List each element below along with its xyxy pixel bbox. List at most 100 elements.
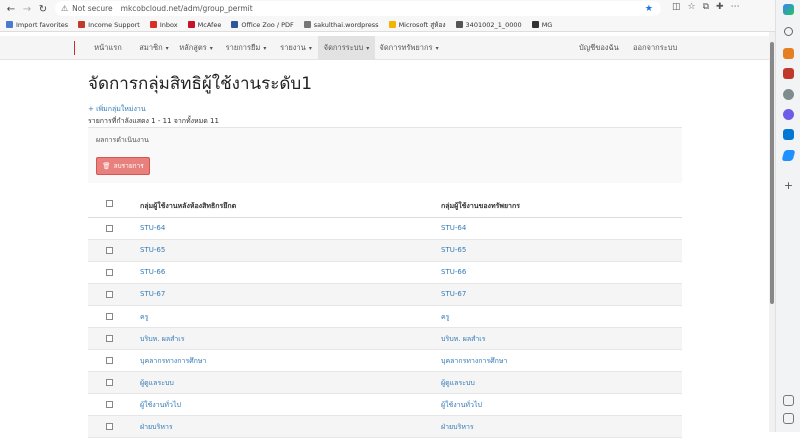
bookmark-item[interactable]: Import favorites [6,21,68,29]
address-bar[interactable]: ⚠ Not secure mkcobcloud.net/adm/group_pe… [55,1,661,16]
table-row: บุคลากรทางการศึกษา บุคลากรทางการศึกษา [88,350,682,372]
favorite-star-icon[interactable]: ★ [645,4,653,14]
resource-group-link[interactable]: ครู [441,312,449,323]
copilot-icon[interactable] [783,4,794,15]
bookmark-item[interactable]: Inbox [149,20,178,29]
bookmark-item[interactable]: Office Zoo / PDF [231,21,294,29]
group-name-link[interactable]: บุคลากรทางการศึกษา [140,356,206,367]
row-checkbox[interactable] [106,423,113,430]
add-icon[interactable]: + [783,180,794,191]
group-table: กลุ่มผู้ใช้งานหลังห้องสิทธิกรยึกต กลุ่มผ… [88,192,682,438]
outlook-icon[interactable] [783,129,794,140]
bookmark-label: McAfee [197,20,222,29]
resource-group-link[interactable]: ผู้ใช้งานทั่วไป [441,400,482,411]
row-checkbox[interactable] [106,379,113,386]
row-checkbox[interactable] [106,291,113,298]
bookmark-item[interactable]: 3401002_1_0000 [455,21,522,29]
row-checkbox[interactable] [106,401,113,408]
add-group-link[interactable]: + เพิ่มกลุ่มใหม่งาน [88,104,146,115]
row-checkbox[interactable] [106,313,113,320]
split-screen-icon[interactable]: ◫ [672,2,681,12]
more-icon[interactable]: ⋯ [731,2,740,12]
resource-group-link[interactable]: STU-67 [441,290,466,298]
group-name-link[interactable]: STU-65 [140,246,165,254]
refresh-icon[interactable]: ↻ [35,1,51,17]
row-checkbox[interactable] [106,225,113,232]
group-name-link[interactable]: ผู้ดูแลระบบ [140,378,174,389]
delete-button[interactable]: 🗑 ลบรายการ [96,157,150,175]
app-navbar: หน้าแรก สมาชิก ▾ หลักสูตร ▾ รายการยืม ▾ ราย… [0,36,769,60]
games-icon[interactable] [783,89,794,100]
resource-group-link[interactable]: STU-65 [441,246,466,254]
sidebar-settings-icon[interactable] [783,395,794,406]
shopping-icon[interactable] [783,48,794,59]
resource-group-link[interactable]: ฝ่ายบริหาร [441,422,474,433]
nav-system-admin[interactable]: จัดการระบบ ▾ [318,36,375,60]
group-name-link[interactable]: ฝ่ายบริหาร [140,422,173,433]
bookmark-item[interactable]: Income Support [78,21,140,29]
group-name-link[interactable]: STU-67 [140,290,165,298]
caret-down-icon: ▾ [366,44,370,52]
nav-logout[interactable]: ออกจากระบบ [633,36,677,60]
nav-members[interactable]: สมาชิก ▾ [130,36,178,60]
bookmark-item[interactable]: MG [531,21,552,29]
resource-group-link[interactable]: STU-66 [441,268,466,276]
nav-borrow-list[interactable]: รายการยืม ▾ [220,36,272,60]
row-checkbox[interactable] [106,247,113,254]
forward-icon[interactable]: → [19,1,35,17]
page-title: จัดการกลุ่มสิทธิผู้ใช้งานระดับ1 [88,74,313,94]
group-name-link[interactable]: ผู้ใช้งานทั่วไป [140,400,181,411]
url-text: mkcobcloud.net/adm/group_permit [120,4,253,13]
nav-courses[interactable]: หลักสูตร ▾ [172,36,220,60]
bookmark-label: Import favorites [16,20,69,29]
nav-label: หน้าแรก [94,43,122,52]
table-row: STU-64 STU-64 [88,218,682,240]
page-scrollbar[interactable] [769,32,775,432]
bookmark-item[interactable]: Microsoft สู่ห้อง [388,20,446,30]
caret-down-icon: ▾ [165,44,169,52]
resource-group-link[interactable]: บุคลากรทางการศึกษา [441,356,507,367]
bookmark-item[interactable]: McAfee [187,20,222,29]
bookmark-favicon-icon [78,21,86,28]
group-name-link[interactable]: STU-66 [140,268,165,276]
action-label: ผลการดำเนินงาน [96,136,149,144]
search-icon[interactable] [784,27,793,36]
row-checkbox[interactable] [106,335,113,342]
browser-toolbar: ← → ↻ ⚠ Not secure mkcobcloud.net/adm/gr… [0,0,800,18]
tools-icon[interactable] [783,68,794,79]
back-icon[interactable]: ← [3,1,19,17]
bookmark-label: Income Support [88,20,140,29]
nav-label: หลักสูตร [179,43,207,52]
resource-group-link[interactable]: ผู้ดูแลระบบ [441,378,475,389]
collections-icon[interactable]: ⧉ [703,2,709,12]
nav-home[interactable]: หน้าแรก [88,36,128,60]
group-name-link[interactable]: บริบห. ผลสำเร [140,334,184,345]
group-name-link[interactable]: ครู [140,312,148,323]
column-header: กลุ่มผู้ใช้งานหลังห้องสิทธิกรยึกต [140,202,237,210]
nav-resource-admin[interactable]: จัดการทรัพยากร ▾ [376,36,442,60]
toolbar-icons: ◫ ☆ ⧉ ✚ ⋯ [672,2,740,12]
security-label: Not secure [72,4,113,13]
extensions-icon[interactable]: ✚ [716,2,724,12]
row-checkbox[interactable] [106,269,113,276]
select-all-checkbox[interactable] [106,200,113,207]
edge-sidebar: + [775,0,800,432]
row-checkbox[interactable] [106,357,113,364]
nav-label: จัดการระบบ [323,43,364,52]
favorites-icon[interactable]: ☆ [688,2,696,12]
bookmark-item[interactable]: sakulthai.wordpress [303,21,379,29]
bookmark-favicon-icon [531,21,539,28]
group-name-link[interactable]: STU-64 [140,224,165,232]
resource-group-link[interactable]: STU-64 [441,224,466,232]
bookmark-label: Inbox [159,20,178,29]
bookmark-favicon-icon [455,21,463,28]
microsoft365-icon[interactable] [783,109,794,120]
nav-my-account[interactable]: บัญชีของฉัน [579,36,619,60]
scroll-thumb[interactable] [770,42,774,304]
send-icon[interactable] [781,150,796,161]
resource-group-link[interactable]: บริบห. ผลสำเร [441,334,485,345]
bookmark-favicon-icon [303,21,311,28]
caret-down-icon: ▾ [435,44,439,52]
sidebar-toggle-icon[interactable] [783,413,794,424]
nav-reports[interactable]: รายงาน ▾ [274,36,318,60]
